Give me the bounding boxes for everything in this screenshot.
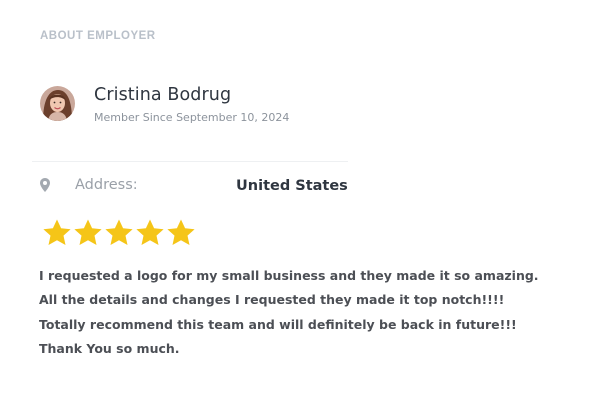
review-text: I requested a logo for my small business… bbox=[39, 264, 579, 361]
avatar-photo bbox=[40, 86, 75, 121]
address-value: United States bbox=[236, 178, 348, 194]
star-icon bbox=[42, 218, 72, 247]
map-pin-icon bbox=[40, 178, 50, 197]
review-line: All the details and changes I requested … bbox=[39, 292, 505, 308]
about-employer-card: ABOUT EMPLOYER Cristina Bodrug Member Si… bbox=[0, 0, 600, 400]
section-title: ABOUT EMPLOYER bbox=[40, 30, 156, 42]
employer-name[interactable]: Cristina Bodrug bbox=[94, 84, 289, 106]
employer-profile: Cristina Bodrug Member Since September 1… bbox=[40, 84, 289, 124]
address-label: Address: bbox=[75, 177, 138, 193]
avatar[interactable] bbox=[40, 86, 75, 121]
divider bbox=[32, 161, 348, 162]
star-icon bbox=[73, 218, 103, 247]
review-line: Totally recommend this team and will def… bbox=[39, 316, 517, 332]
review-line: I requested a logo for my small business… bbox=[39, 268, 539, 283]
star-icon bbox=[166, 218, 196, 247]
review-line: Thank You so much. bbox=[39, 340, 180, 356]
address-row: Address: United States bbox=[40, 176, 350, 198]
star-icon bbox=[104, 218, 134, 247]
star-icon bbox=[135, 218, 165, 247]
star-rating bbox=[42, 218, 197, 247]
member-since: Member Since September 10, 2024 bbox=[94, 111, 290, 124]
